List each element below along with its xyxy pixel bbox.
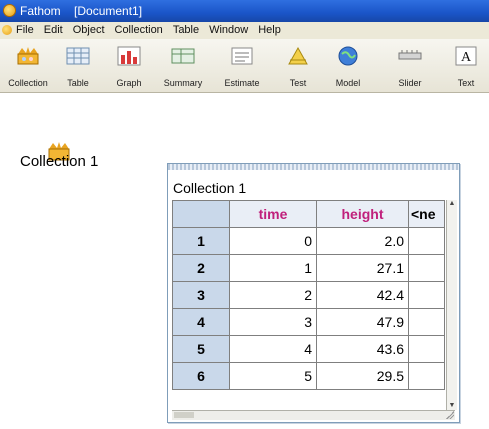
- text-icon: A: [455, 46, 477, 66]
- menu-help[interactable]: Help: [258, 22, 281, 39]
- case-index[interactable]: 3: [172, 281, 230, 309]
- resize-grip-icon[interactable]: [446, 411, 454, 419]
- collection-name[interactable]: Collection 1: [20, 153, 98, 170]
- menu-items: File Edit Object Collection Table Window…: [16, 22, 281, 39]
- cell-time[interactable]: 2: [229, 281, 317, 309]
- toolbar-text-label: Text: [457, 78, 475, 88]
- menu-edit[interactable]: Edit: [44, 22, 63, 39]
- toolbar: Collection Table Graph Summary Estimate: [0, 39, 489, 93]
- cell-new[interactable]: [408, 281, 445, 309]
- horizontal-scrollbar[interactable]: [172, 410, 455, 420]
- table-row: 6 5 29.5: [172, 362, 445, 390]
- case-table-grid: time height <ne 1 0 2.0 2 1 27.1 3 2 42.…: [172, 200, 445, 390]
- case-index[interactable]: 6: [172, 362, 230, 390]
- toolbar-summary-button[interactable]: Summary: [157, 42, 209, 90]
- summary-icon: [171, 48, 195, 64]
- table-row: 2 1 27.1: [172, 254, 445, 282]
- toolbar-summary-label: Summary: [163, 78, 203, 88]
- graph-icon: [117, 46, 141, 66]
- case-index[interactable]: 5: [172, 335, 230, 363]
- model-icon: [338, 46, 358, 66]
- vertical-scrollbar[interactable]: ▲ ▼: [446, 200, 457, 410]
- menu-file[interactable]: File: [16, 22, 34, 39]
- toolbar-model-button[interactable]: Model: [322, 42, 374, 90]
- toolbar-table-button[interactable]: Table: [52, 42, 104, 90]
- index-header-cell: [172, 200, 230, 228]
- cell-height[interactable]: 42.4: [316, 281, 409, 309]
- cell-time[interactable]: 1: [229, 254, 317, 282]
- svg-text:A: A: [461, 50, 472, 65]
- cell-time[interactable]: 4: [229, 335, 317, 363]
- toolbar-estimate-button[interactable]: Estimate: [216, 42, 268, 90]
- toolbar-table-label: Table: [67, 78, 89, 88]
- toolbar-graph-button[interactable]: Graph: [103, 42, 155, 90]
- slider-icon: [398, 50, 422, 60]
- case-table-drag-bar[interactable]: [168, 164, 459, 170]
- toolbar-collection-label: Collection: [8, 78, 48, 88]
- window-title: Fathom [Document1]: [20, 4, 143, 18]
- menu-window[interactable]: Window: [209, 22, 248, 39]
- menu-collection[interactable]: Collection: [115, 22, 163, 39]
- toolbar-slider-button[interactable]: Slider: [384, 42, 436, 90]
- cell-new[interactable]: [408, 227, 445, 255]
- document-icon[interactable]: [2, 25, 12, 35]
- cell-new[interactable]: [408, 362, 445, 390]
- table-row: 5 4 43.6: [172, 335, 445, 363]
- test-icon: [288, 46, 308, 65]
- toolbar-graph-label: Graph: [116, 78, 142, 88]
- estimate-icon: [231, 47, 253, 65]
- toolbar-estimate-label: Estimate: [224, 78, 260, 88]
- menu-table[interactable]: Table: [173, 22, 199, 39]
- fathom-app-icon: [3, 4, 16, 17]
- case-table-title: Collection 1: [173, 180, 247, 196]
- cell-height[interactable]: 29.5: [316, 362, 409, 390]
- cell-height[interactable]: 2.0: [316, 227, 409, 255]
- cell-new[interactable]: [408, 335, 445, 363]
- cell-new[interactable]: [408, 308, 445, 336]
- menu-object[interactable]: Object: [73, 22, 105, 39]
- header-row: time height <ne: [172, 200, 445, 228]
- cell-height[interactable]: 43.6: [316, 335, 409, 363]
- case-table[interactable]: Collection 1 time height <ne 1 0 2.0 2 1…: [167, 163, 460, 423]
- toolbar-test-label: Test: [289, 78, 307, 88]
- horizontal-scroll-thumb[interactable]: [174, 412, 194, 418]
- column-header-time[interactable]: time: [229, 200, 317, 228]
- cell-new[interactable]: [408, 254, 445, 282]
- case-index[interactable]: 4: [172, 308, 230, 336]
- cell-height[interactable]: 27.1: [316, 254, 409, 282]
- toolbar-model-label: Model: [335, 78, 361, 88]
- case-index[interactable]: 1: [172, 227, 230, 255]
- toolbar-text-button[interactable]: A Text: [440, 42, 489, 90]
- collection-box-icon: [17, 47, 39, 65]
- document-canvas[interactable]: Collection 1 Collection 1 time height <n…: [0, 93, 489, 429]
- table-row: 3 2 42.4: [172, 281, 445, 309]
- scroll-down-arrow-icon[interactable]: ▼: [447, 402, 457, 410]
- title-bar: Fathom [Document1]: [0, 0, 489, 22]
- case-index[interactable]: 2: [172, 254, 230, 282]
- toolbar-slider-label: Slider: [398, 78, 422, 88]
- table-icon: [66, 47, 90, 65]
- cell-time[interactable]: 5: [229, 362, 317, 390]
- table-row: 4 3 47.9: [172, 308, 445, 336]
- cell-height[interactable]: 47.9: [316, 308, 409, 336]
- column-header-height[interactable]: height: [316, 200, 409, 228]
- toolbar-collection-button[interactable]: Collection: [2, 42, 54, 90]
- column-header-new[interactable]: <ne: [408, 200, 445, 228]
- toolbar-test-button[interactable]: Test: [272, 42, 324, 90]
- scroll-up-arrow-icon[interactable]: ▲: [447, 200, 457, 208]
- menu-bar: File Edit Object Collection Table Window…: [0, 22, 489, 39]
- cell-time[interactable]: 0: [229, 227, 317, 255]
- table-row: 1 0 2.0: [172, 227, 445, 255]
- cell-time[interactable]: 3: [229, 308, 317, 336]
